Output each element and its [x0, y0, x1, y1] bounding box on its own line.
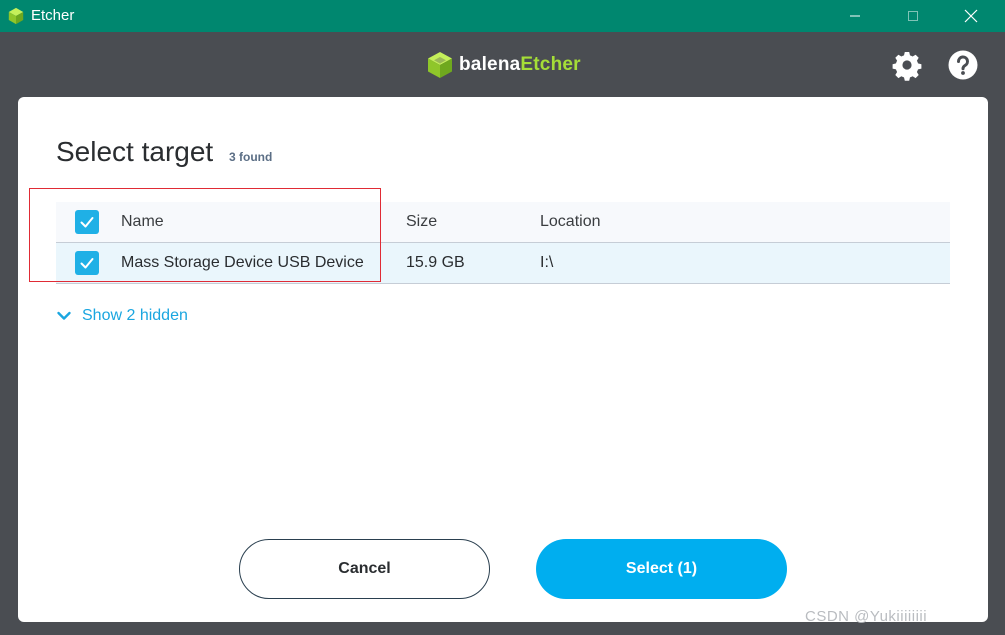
close-button[interactable]	[948, 0, 994, 32]
drive-row-checkbox[interactable]	[75, 251, 99, 275]
drive-size: 15.9 GB	[406, 254, 465, 271]
brand-logo: balenaEtcher	[427, 51, 581, 79]
window-titlebar[interactable]: Etcher	[0, 0, 1005, 32]
maximize-icon	[908, 11, 918, 21]
balena-cube-icon	[428, 52, 452, 78]
table-header: Name Size Location	[56, 202, 950, 243]
checkmark-icon	[80, 217, 94, 228]
column-header-size[interactable]: Size	[406, 202, 437, 242]
close-icon	[964, 9, 978, 23]
chevron-down-icon	[57, 311, 71, 320]
modal-title: Select target	[56, 136, 214, 167]
show-hidden-toggle[interactable]: Show 2 hidden	[56, 304, 188, 328]
select-all-checkbox[interactable]	[75, 210, 99, 234]
column-header-name[interactable]: Name	[121, 202, 164, 242]
app-header: balenaEtcher	[2, 32, 1003, 97]
etcher-cube-icon	[8, 7, 24, 25]
table-row[interactable]: Mass Storage Device USB Device 15.9 GB I…	[56, 243, 950, 284]
drive-name: Mass Storage Device USB Device	[121, 254, 364, 271]
found-count-badge: 3 found	[229, 150, 273, 164]
select-target-modal: Select target 3 found Name Size Location…	[18, 97, 988, 622]
cancel-button[interactable]: Cancel	[239, 539, 490, 599]
brand-name: balenaEtcher	[459, 54, 581, 75]
minimize-icon	[850, 15, 860, 17]
help-icon[interactable]	[947, 49, 979, 81]
drive-table: Name Size Location Mass Storage Device U…	[56, 202, 950, 284]
drive-location: I:\	[540, 254, 554, 271]
select-button[interactable]: Select (1)	[536, 539, 787, 599]
checkmark-icon	[80, 258, 94, 269]
maximize-button[interactable]	[890, 0, 936, 32]
gear-icon[interactable]	[891, 49, 923, 81]
column-header-location[interactable]: Location	[540, 202, 601, 242]
minimize-button[interactable]	[832, 0, 878, 32]
watermark-text: CSDN @Yukiiiiiiii	[805, 608, 928, 625]
window-title: Etcher	[31, 7, 75, 24]
show-hidden-label: Show 2 hidden	[82, 307, 188, 324]
